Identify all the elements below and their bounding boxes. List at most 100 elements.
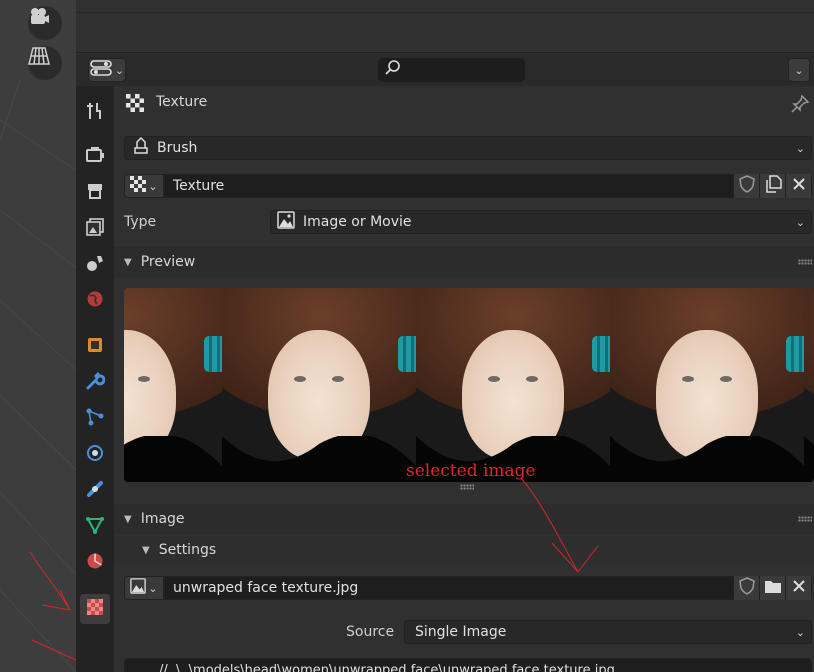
preview-wave bbox=[610, 436, 804, 482]
chevron-down-icon: ⌄ bbox=[114, 63, 125, 77]
image-panel-header[interactable]: ▼ Image bbox=[114, 504, 814, 534]
scene-icon bbox=[85, 253, 105, 277]
expand-triangle-icon: ▼ bbox=[124, 513, 132, 525]
brush-icon bbox=[131, 136, 151, 159]
options-dropdown-button[interactable]: ⌄ bbox=[788, 58, 810, 82]
properties-editor: ⌄ ⌄ Texture Brush ⌄ ⌄ Texture Type Image… bbox=[76, 0, 814, 672]
texture-preview-image bbox=[124, 288, 814, 482]
properties-header: ⌄ ⌄ bbox=[76, 54, 814, 86]
strip-divider bbox=[76, 12, 814, 13]
drag-grip-icon[interactable] bbox=[798, 516, 812, 522]
tab-scene[interactable] bbox=[80, 250, 110, 280]
tab-data[interactable] bbox=[80, 512, 110, 542]
preview-panel-header[interactable]: ▼ Preview bbox=[114, 247, 814, 277]
expand-triangle-icon: ▼ bbox=[124, 256, 132, 268]
preview-hair-clip bbox=[786, 336, 804, 372]
annotation-text: selected image bbox=[406, 461, 536, 481]
texture-properties-content: Texture Brush ⌄ ⌄ Texture Type Image or … bbox=[114, 86, 814, 672]
search-field[interactable] bbox=[378, 58, 525, 82]
camera-view-button[interactable] bbox=[28, 6, 62, 40]
chevron-down-icon: ⌄ bbox=[795, 141, 805, 155]
type-label: Type bbox=[124, 214, 157, 230]
world-icon bbox=[85, 289, 105, 313]
particles-icon bbox=[85, 407, 105, 431]
ortho-grid-button[interactable] bbox=[28, 46, 62, 80]
texture-checker-icon bbox=[126, 94, 146, 114]
drag-grip-icon[interactable] bbox=[798, 259, 812, 265]
tab-view-layer[interactable] bbox=[80, 214, 110, 244]
mesh-data-icon bbox=[85, 515, 105, 539]
unlink-image-button[interactable] bbox=[785, 576, 811, 600]
tab-tool[interactable] bbox=[80, 98, 110, 128]
tab-texture[interactable] bbox=[80, 594, 110, 624]
3d-viewport[interactable] bbox=[0, 0, 76, 672]
chevron-down-icon: ⌄ bbox=[148, 179, 158, 193]
preview-tile bbox=[416, 288, 610, 482]
image-name-field[interactable]: unwraped face texture.jpg bbox=[164, 576, 812, 600]
filepath-field[interactable]: //..\..\models\head\women\unwrapped face… bbox=[124, 658, 812, 672]
texture-name[interactable]: Texture bbox=[173, 178, 224, 194]
view-layer-icon bbox=[85, 217, 105, 241]
texture-checker-icon bbox=[130, 176, 147, 196]
folder-icon bbox=[764, 578, 782, 598]
tab-object[interactable] bbox=[80, 332, 110, 362]
tab-material[interactable] bbox=[80, 548, 110, 578]
close-icon bbox=[792, 579, 806, 597]
type-dropdown[interactable]: Image or Movie ⌄ bbox=[270, 210, 812, 234]
viewport-grid bbox=[0, 79, 76, 672]
preview-section-title: Preview bbox=[140, 254, 196, 270]
search-icon bbox=[384, 59, 402, 81]
editor-type-button[interactable]: ⌄ bbox=[88, 58, 126, 82]
tab-constraints[interactable] bbox=[80, 476, 110, 506]
preview-tile bbox=[610, 288, 804, 482]
image-icon bbox=[130, 578, 147, 598]
close-icon bbox=[792, 177, 806, 195]
tool-icon bbox=[85, 101, 105, 125]
tab-particles[interactable] bbox=[80, 404, 110, 434]
preview-eye bbox=[138, 376, 150, 382]
properties-tabs bbox=[76, 86, 114, 672]
render-icon bbox=[85, 145, 105, 169]
source-dropdown[interactable]: Single Image ⌄ bbox=[404, 620, 812, 644]
settings-subpanel-header[interactable]: ▼ Settings bbox=[114, 536, 814, 564]
image-name[interactable]: unwraped face texture.jpg bbox=[173, 580, 358, 596]
image-section-title: Image bbox=[140, 511, 185, 527]
shield-icon bbox=[738, 175, 755, 197]
tab-render[interactable] bbox=[80, 142, 110, 172]
material-icon bbox=[85, 551, 105, 575]
tab-modifier[interactable] bbox=[80, 368, 110, 398]
preview-eye bbox=[294, 376, 306, 382]
expand-triangle-icon: ▼ bbox=[142, 544, 150, 556]
pin-icon[interactable] bbox=[790, 94, 810, 118]
properties-editor-icon bbox=[90, 60, 112, 80]
tab-world[interactable] bbox=[80, 286, 110, 316]
browse-texture-button[interactable]: ⌄ bbox=[124, 174, 164, 198]
tab-output[interactable] bbox=[80, 178, 110, 208]
preview-hair-clip bbox=[204, 336, 222, 372]
browse-image-button[interactable]: ⌄ bbox=[124, 576, 164, 600]
preview-tile bbox=[222, 288, 416, 482]
brush-label: Brush bbox=[157, 140, 198, 156]
fake-user-button[interactable] bbox=[733, 576, 759, 600]
texture-name-field[interactable]: Texture bbox=[164, 174, 812, 198]
physics-icon bbox=[85, 443, 105, 467]
unlink-texture-button[interactable] bbox=[785, 174, 811, 198]
source-value: Single Image bbox=[415, 624, 507, 640]
constraints-icon bbox=[85, 479, 105, 503]
filepath[interactable]: //..\..\models\head\women\unwrapped face… bbox=[159, 663, 615, 672]
texture-user-dropdown[interactable]: Brush ⌄ bbox=[124, 136, 812, 160]
fake-user-button[interactable] bbox=[733, 174, 759, 198]
tab-physics[interactable] bbox=[80, 440, 110, 470]
preview-wave bbox=[804, 436, 814, 482]
output-icon bbox=[85, 181, 105, 205]
chevron-down-icon: ⌄ bbox=[794, 63, 804, 77]
preview-wave bbox=[222, 436, 416, 482]
preview-tile bbox=[124, 288, 222, 482]
object-icon bbox=[85, 335, 105, 359]
panel-title: Texture bbox=[156, 94, 208, 110]
open-image-button[interactable] bbox=[759, 576, 785, 600]
duplicate-texture-button[interactable] bbox=[759, 174, 785, 198]
preview-eye bbox=[526, 376, 538, 382]
resize-grip-icon[interactable] bbox=[460, 484, 474, 490]
preview-eye bbox=[488, 376, 500, 382]
